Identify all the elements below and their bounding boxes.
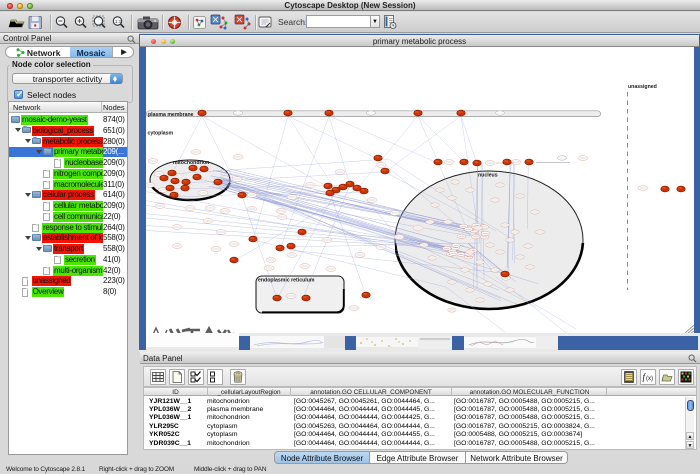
svg-text:endoplasmic reticulum: endoplasmic reticulum — [258, 278, 315, 284]
svg-text:1:1: 1:1 — [115, 19, 122, 24]
svg-text:(x): (x) — [646, 376, 653, 382]
svg-text:plasma membrane: plasma membrane — [148, 112, 194, 118]
svg-text:cytoplasm: cytoplasm — [148, 131, 174, 137]
svg-text:nucleus: nucleus — [478, 173, 498, 179]
svg-text:mitochondrion: mitochondrion — [173, 160, 209, 166]
svg-text:unassigned: unassigned — [628, 84, 657, 90]
